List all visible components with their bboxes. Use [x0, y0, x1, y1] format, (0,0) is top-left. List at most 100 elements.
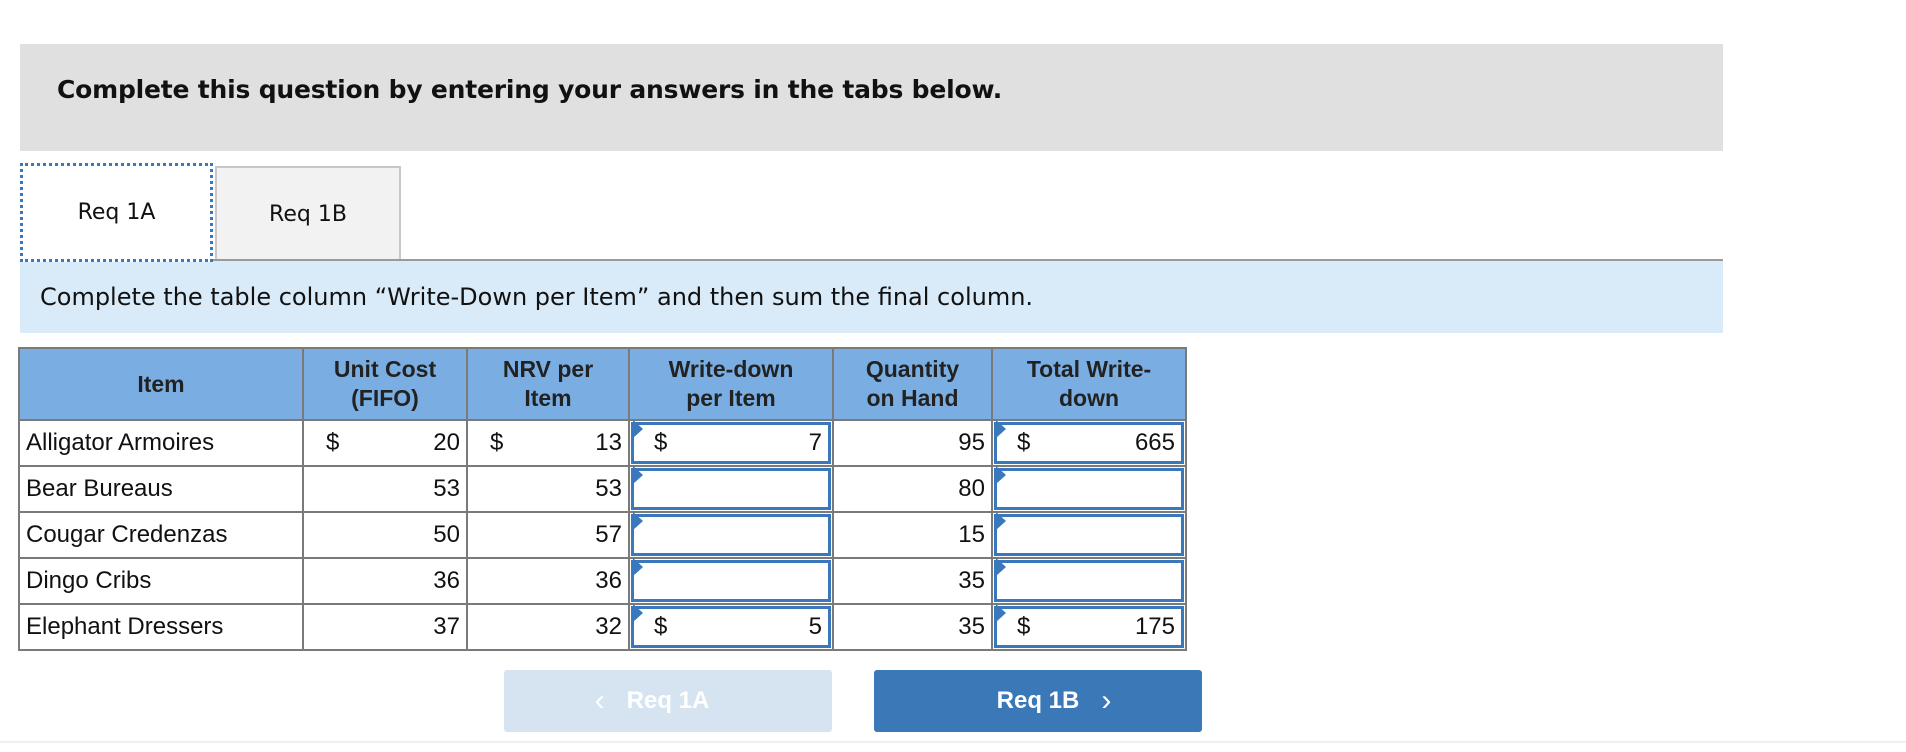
header-quantity: Quantity on Hand: [832, 347, 993, 421]
writedown-input[interactable]: $5: [631, 604, 831, 648]
nrv-cell: 53: [466, 465, 630, 513]
table-row: Alligator Armoires $20 $13 $7 95 $665: [18, 419, 1187, 467]
dollar-sign: $: [490, 429, 504, 456]
number: 57: [595, 521, 622, 548]
table-row: Cougar Credenzas 50 57 $15 $: [18, 511, 1187, 559]
tab-label: Req 1B: [269, 202, 347, 227]
nrv-cell: 32: [466, 603, 630, 651]
writedown-cell: $7: [628, 419, 834, 467]
writedown-cell: $5: [628, 603, 834, 651]
tab-strip: Req 1A Req 1B: [20, 163, 1723, 262]
quantity-cell: 15: [832, 511, 993, 559]
number: 20: [433, 429, 460, 456]
number: 36: [595, 567, 622, 594]
value: 35: [834, 567, 991, 595]
quantity-cell: 35: [832, 603, 993, 651]
unit-cost-cell: 36: [302, 557, 468, 605]
value: $20: [304, 429, 466, 457]
cell-marker-icon: [996, 512, 1006, 530]
cell-marker-icon: [996, 420, 1006, 438]
dollar-sign: $: [1017, 429, 1031, 456]
item-cell: Alligator Armoires: [18, 419, 304, 467]
cell-marker-icon: [633, 604, 643, 622]
total-writedown-input[interactable]: $665: [994, 420, 1184, 464]
chevron-right-icon: ›: [1101, 684, 1112, 717]
item-cell: Cougar Credenzas: [18, 511, 304, 559]
value: 53: [468, 475, 628, 503]
number: 35: [958, 613, 985, 640]
total-writedown-input[interactable]: $: [994, 558, 1184, 602]
item-name: Dingo Cribs: [26, 567, 152, 594]
number: 36: [433, 567, 460, 594]
total-writedown-cell: $175: [991, 603, 1187, 651]
table-header-row: Item Unit Cost (FIFO) NRV per Item Write-d…: [18, 347, 1187, 421]
total-writedown-cell: $665: [991, 419, 1187, 467]
next-req-button[interactable]: ‹ Req 1B ›: [874, 670, 1202, 732]
writedown-cell: $: [628, 511, 834, 559]
total-writedown-input[interactable]: $: [994, 466, 1184, 510]
item-name: Cougar Credenzas: [26, 521, 228, 548]
prev-button-label: Req 1A: [626, 687, 710, 714]
input-value: 665: [1134, 429, 1175, 456]
item-cell: Bear Bureaus: [18, 465, 304, 513]
table-row: Elephant Dressers 37 32 $5 35 $175: [18, 603, 1187, 651]
total-writedown-cell: $: [991, 557, 1187, 605]
writedown-input[interactable]: $: [631, 466, 831, 510]
next-button-label: Req 1B: [996, 687, 1080, 714]
value: 15: [834, 521, 991, 549]
quantity-cell: 80: [832, 465, 993, 513]
number: 53: [595, 475, 622, 502]
tab-req-1a[interactable]: Req 1A: [20, 163, 213, 262]
number: 15: [958, 521, 985, 548]
value: $13: [468, 429, 628, 457]
header-writedown-per-item: Write-down per Item: [628, 347, 834, 421]
number: 37: [433, 613, 460, 640]
value: 32: [468, 613, 628, 641]
quantity-cell: 35: [832, 557, 993, 605]
cell-marker-icon: [633, 466, 643, 484]
value: 35: [834, 613, 991, 641]
unit-cost-cell: 50: [302, 511, 468, 559]
value: 36: [468, 567, 628, 595]
writedown-cell: $: [628, 557, 834, 605]
instruction-band: Complete the table column “Write-Down pe…: [20, 261, 1723, 333]
value: 95: [834, 429, 991, 457]
dollar-sign: $: [654, 613, 668, 640]
item-name: Bear Bureaus: [26, 475, 173, 502]
dollar-sign: $: [654, 429, 668, 456]
writedown-cell: $: [628, 465, 834, 513]
tab-req-1b[interactable]: Req 1B: [215, 166, 401, 261]
writedown-input[interactable]: $: [631, 512, 831, 556]
item-cell: Elephant Dressers: [18, 603, 304, 651]
nrv-cell: 36: [466, 557, 630, 605]
header-unit-cost: Unit Cost (FIFO): [302, 347, 468, 421]
prev-req-button[interactable]: ‹ Req 1A ›: [504, 670, 832, 732]
number: 32: [595, 613, 622, 640]
nrv-cell: $13: [466, 419, 630, 467]
cell-marker-icon: [633, 512, 643, 530]
cell-marker-icon: [996, 604, 1006, 622]
header-nrv: NRV per Item: [466, 347, 630, 421]
item-name: Alligator Armoires: [26, 429, 215, 456]
header-total-writedown: Total Write-down: [991, 347, 1187, 421]
unit-cost-cell: 37: [302, 603, 468, 651]
header-item: Item: [18, 347, 304, 421]
number: 35: [958, 567, 985, 594]
input-value: 175: [1134, 613, 1175, 640]
table-row: Dingo Cribs 36 36 $35 $: [18, 557, 1187, 605]
instructions-banner: Complete this question by entering your …: [20, 44, 1723, 151]
writedown-input[interactable]: $7: [631, 420, 831, 464]
value: 57: [468, 521, 628, 549]
dollar-sign: $: [326, 429, 340, 456]
dollar-sign: $: [1017, 613, 1031, 640]
value: 36: [304, 567, 466, 595]
item-cell: Dingo Cribs: [18, 557, 304, 605]
total-writedown-cell: $: [991, 465, 1187, 513]
tab-label: Req 1A: [77, 200, 156, 225]
writedown-input[interactable]: $: [631, 558, 831, 602]
total-writedown-input[interactable]: $175: [994, 604, 1184, 648]
banner-text: Complete this question by entering your …: [57, 75, 1003, 104]
cell-marker-icon: [996, 558, 1006, 576]
unit-cost-cell: $20: [302, 419, 468, 467]
total-writedown-input[interactable]: $: [994, 512, 1184, 556]
